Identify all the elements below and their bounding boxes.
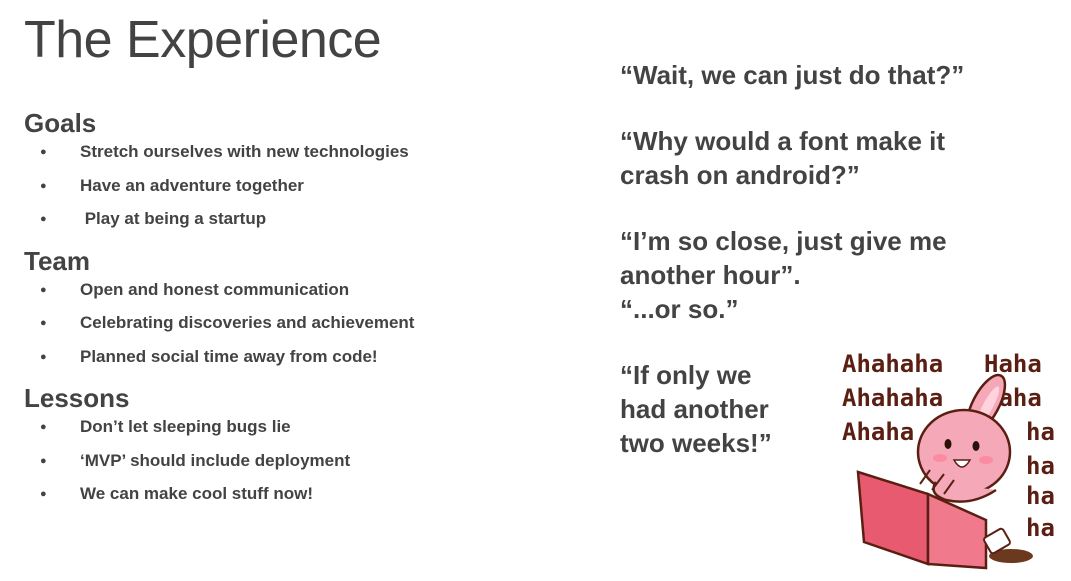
quote-line: another hour”. xyxy=(620,260,801,290)
list-item: Open and honest communication xyxy=(24,278,584,312)
bunny-laptop-sticker: Ahahaha Haha Ahahaha Haha Ahaha ha ha ha… xyxy=(842,350,1055,570)
list-item: Celebrating discoveries and achievement xyxy=(24,311,584,345)
list-item: Don’t let sleeping bugs lie xyxy=(24,415,584,449)
quote-font: “Why would a font make it crash on andro… xyxy=(620,124,1060,192)
quote-line: crash on android?” xyxy=(620,160,860,190)
section-heading-goals: Goals xyxy=(24,108,97,138)
list-item: ‘MVP’ should include deployment xyxy=(24,449,584,483)
quote-close: “I’m so close, just give me another hour… xyxy=(620,224,1060,326)
list-item: Play at being a startup xyxy=(24,207,584,241)
section-heading-lessons: Lessons xyxy=(24,383,130,413)
section-lessons: Lessons Don’t let sleeping bugs lie ‘MVP… xyxy=(24,382,584,516)
quote-line: “...or so.” xyxy=(620,294,739,324)
quote-wait: “Wait, we can just do that?” xyxy=(620,58,1060,92)
haha-text: ha xyxy=(1026,482,1055,510)
left-column: Goals Stretch ourselves with new technol… xyxy=(24,107,584,520)
haha-text: Ahahaha xyxy=(842,350,943,378)
list-item: We can make cool stuff now! xyxy=(24,482,584,516)
quote-line: “I’m so close, just give me xyxy=(620,226,947,256)
haha-text: ha xyxy=(1026,452,1055,480)
haha-text: Ahaha xyxy=(842,418,914,446)
quote-line: “Why would a font make it xyxy=(620,126,946,156)
haha-text: Ahahaha xyxy=(842,384,943,412)
haha-text: Haha xyxy=(984,350,1042,378)
list-item: Stretch ourselves with new technologies xyxy=(24,140,584,174)
list-item: Planned social time away from code! xyxy=(24,345,584,379)
section-team: Team Open and honest communication Celeb… xyxy=(24,245,584,379)
lessons-list: Don’t let sleeping bugs lie ‘MVP’ should… xyxy=(24,415,584,516)
list-item: Have an adventure together xyxy=(24,174,584,208)
section-goals: Goals Stretch ourselves with new technol… xyxy=(24,107,584,241)
quote-line: “Wait, we can just do that?” xyxy=(620,60,965,90)
section-heading-team: Team xyxy=(24,245,90,276)
haha-text: ha xyxy=(1026,514,1055,542)
team-list: Open and honest communication Celebratin… xyxy=(24,278,584,379)
goals-list: Stretch ourselves with new technologies … xyxy=(24,140,584,241)
haha-text: ha xyxy=(1026,418,1055,446)
slide-title: The Experience xyxy=(24,11,382,69)
